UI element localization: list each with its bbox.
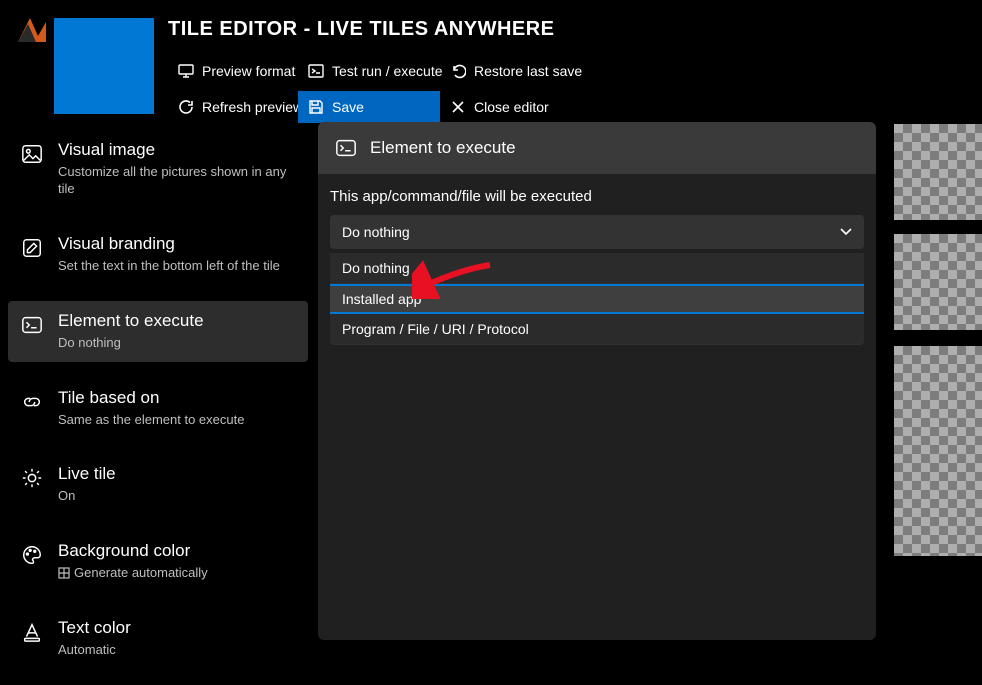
dropdown-option-program-file[interactable]: Program / File / URI / Protocol <box>330 314 864 345</box>
tile-preview-large <box>894 346 982 556</box>
close-editor-button[interactable]: Close editor <box>440 91 582 123</box>
sidebar-item-live-tile[interactable]: Live tile On <box>8 454 308 515</box>
app-icon <box>18 18 46 42</box>
tile-preview-small-2 <box>894 234 982 330</box>
palette-icon <box>20 543 44 567</box>
restore-button[interactable]: Restore last save <box>440 55 582 87</box>
panel-title: Element to execute <box>370 138 516 158</box>
tile-preview-small-1 <box>894 124 982 220</box>
sidebar-item-label: Live tile <box>58 464 116 484</box>
tile-preview <box>54 18 154 114</box>
panel-label: This app/command/file will be executed <box>330 188 864 205</box>
sidebar-item-label: Element to execute <box>58 311 204 331</box>
sidebar-item-label: Text color <box>58 618 131 638</box>
sidebar-item-tile-based-on[interactable]: Tile based on Same as the element to exe… <box>8 378 308 439</box>
sidebar-item-label: Tile based on <box>58 388 244 408</box>
sidebar-item-visual-image[interactable]: Visual image Customize all the pictures … <box>8 130 308 208</box>
window-title: TILE EDITOR - LIVE TILES ANYWHERE <box>168 18 982 41</box>
undo-icon <box>450 63 466 79</box>
sidebar-item-label: Background color <box>58 541 208 561</box>
chevron-down-icon <box>838 223 854 242</box>
save-button[interactable]: Save <box>298 91 440 123</box>
sidebar-item-label: Visual branding <box>58 234 280 254</box>
dropdown-option-do-nothing[interactable]: Do nothing <box>330 253 864 284</box>
execute-select[interactable]: Do nothing <box>330 215 864 249</box>
save-icon <box>308 99 324 115</box>
settings-panel: Element to execute This app/command/file… <box>318 122 876 640</box>
terminal-icon <box>20 313 44 337</box>
edit-icon <box>20 236 44 260</box>
refresh-icon <box>178 99 194 115</box>
sidebar-item-visual-branding[interactable]: Visual branding Set the text in the bott… <box>8 224 308 285</box>
test-run-button[interactable]: Test run / execute <box>298 55 440 87</box>
execute-dropdown: Do nothing Installed app Program / File … <box>330 253 864 345</box>
monitor-icon <box>178 63 194 79</box>
sidebar-item-text-color[interactable]: Text color Automatic <box>8 608 308 669</box>
dropdown-option-installed-app[interactable]: Installed app <box>330 284 864 314</box>
preview-format-button[interactable]: Preview format <box>168 55 298 87</box>
close-icon <box>450 99 466 115</box>
sidebar-item-label: Visual image <box>58 140 296 160</box>
terminal-icon <box>308 63 324 79</box>
refresh-preview-button[interactable]: Refresh preview <box>168 91 298 123</box>
link-icon <box>20 390 44 414</box>
sidebar-item-element-to-execute[interactable]: Element to execute Do nothing <box>8 301 308 362</box>
terminal-icon <box>334 136 358 160</box>
brightness-icon <box>20 466 44 490</box>
font-color-icon <box>20 620 44 644</box>
sidebar-item-background-color[interactable]: Background color Generate automatically <box>8 531 308 592</box>
image-icon <box>20 142 44 166</box>
